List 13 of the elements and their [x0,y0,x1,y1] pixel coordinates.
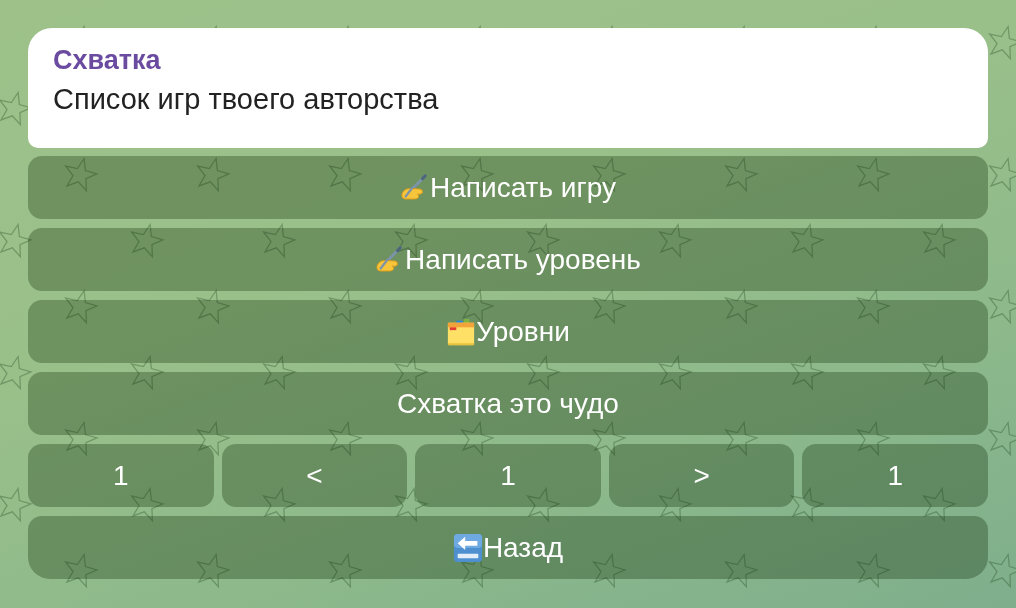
keyboard-button[interactable]: 1 [415,444,601,507]
keyboard-button[interactable]: > [608,444,795,507]
message-text: Список игр твоего авторства [53,82,439,116]
keyboard-button[interactable]: Схватка это чудо [28,372,988,435]
keyboard-button[interactable]: 1 [28,444,214,507]
keyboard-button[interactable]: Уровни [28,300,988,363]
card-index-icon [446,316,477,347]
keyboard-button[interactable]: Назад [28,516,988,579]
keyboard-button[interactable]: < [221,444,408,507]
keyboard-button[interactable]: 1 [802,444,988,507]
sender-name: Схватка [53,44,161,76]
keyboard-button[interactable]: Написать уровень [28,228,988,291]
keyboard-button[interactable]: Написать игру [28,156,988,219]
